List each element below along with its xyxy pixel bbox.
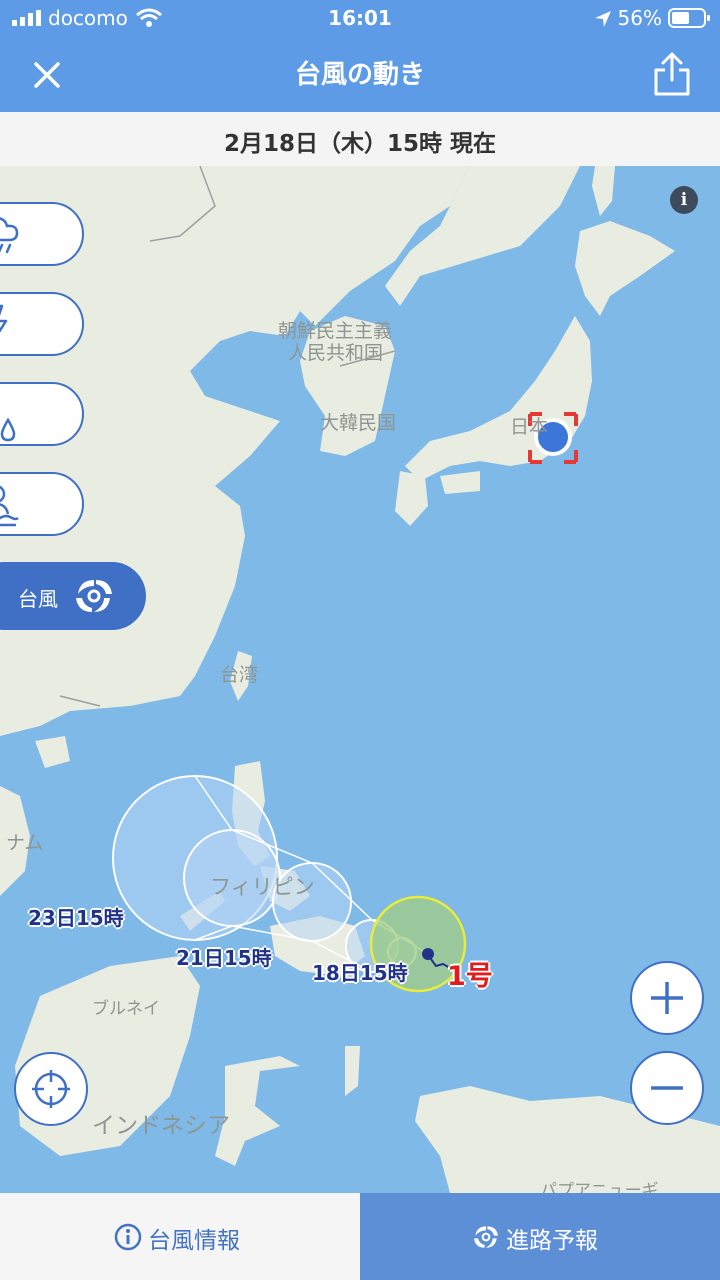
typhoon-icon — [76, 580, 112, 612]
map-label-vietnam: ナム — [6, 832, 44, 854]
map-label-indonesia: インドネシア — [92, 1113, 230, 1139]
typhoon-tab-label: 台風 — [18, 587, 58, 611]
track-label-day18: 18日15時 — [312, 961, 408, 985]
typhoon-center — [422, 948, 434, 960]
typhoon-map[interactable]: 朝鮮民主主義 人民共和国 大韓民国 日本 台湾 ナム フィリピン ブルネイ イン… — [0, 166, 720, 1193]
page-title: 台風の動き — [294, 60, 425, 90]
tab-route-forecast[interactable]: 進路予報 — [360, 1193, 720, 1280]
rain-layer-button[interactable] — [0, 202, 84, 266]
locate-button[interactable] — [14, 1052, 88, 1126]
nav-bar: 台風の動き — [0, 36, 720, 112]
typhoon-number-label: 1号 — [447, 961, 493, 992]
minus-icon — [651, 1086, 683, 1090]
map-label-taiwan: 台湾 — [220, 664, 259, 686]
map-label-papua: パプアニューギ — [540, 1181, 659, 1193]
track-label-day23: 23日15時 — [28, 906, 124, 930]
track-label-day21: 21日15時 — [176, 946, 272, 970]
rain-cloud-icon — [0, 217, 19, 254]
zoom-out-button[interactable] — [630, 1051, 704, 1125]
map-label-brunei: ブルネイ — [92, 999, 160, 1019]
map-label-philippines: フィリピン — [210, 875, 315, 899]
snowflake-drop-icon — [0, 417, 16, 442]
plus-icon — [651, 982, 683, 1014]
land-honshu — [405, 316, 592, 481]
snow-layer-button[interactable] — [0, 382, 84, 446]
status-bar: docomo 16:01 56% — [0, 0, 720, 36]
land-halmahera — [345, 1046, 360, 1096]
typhoon-icon — [474, 1226, 498, 1248]
info-icon[interactable]: i — [670, 186, 698, 214]
map-label-south-korea: 大韓民国 — [320, 412, 397, 434]
battery-percent: 56% — [617, 6, 662, 30]
typhoon-layer-tab[interactable]: 台風 — [0, 562, 146, 630]
land-sakhalin — [592, 166, 615, 216]
tab-typhoon-info[interactable]: 台風情報 — [0, 1193, 360, 1280]
tide-layer-button[interactable] — [0, 472, 84, 536]
tab-typhoon-info-label: 台風情報 — [148, 1228, 240, 1254]
map-label-north-korea-2: 人民共和国 — [288, 342, 384, 364]
land-hainan — [35, 736, 70, 768]
current-datetime: 2月18日（木）15時 現在 — [223, 131, 497, 157]
clock: 16:01 — [328, 6, 392, 30]
map-label-japan: 日本 — [510, 416, 549, 438]
lightning-layer-button[interactable] — [0, 292, 84, 356]
date-bar: 2月18日（木）15時 現在 — [0, 112, 720, 167]
crosshair-icon — [32, 1070, 70, 1108]
share-icon[interactable] — [650, 50, 694, 98]
person-waves-icon — [0, 485, 19, 527]
zoom-in-button[interactable] — [630, 961, 704, 1035]
tab-route-forecast-label: 進路予報 — [506, 1228, 598, 1254]
land-kyushu — [395, 471, 428, 526]
location-arrow-icon — [595, 11, 611, 27]
lightning-icon — [0, 304, 8, 333]
info-circle-icon — [114, 1223, 142, 1251]
battery-icon — [668, 8, 710, 28]
land-shikoku — [440, 471, 480, 494]
land-hokkaido — [575, 221, 675, 316]
bottom-tab-bar: 台風情報 進路予報 — [0, 1193, 720, 1280]
